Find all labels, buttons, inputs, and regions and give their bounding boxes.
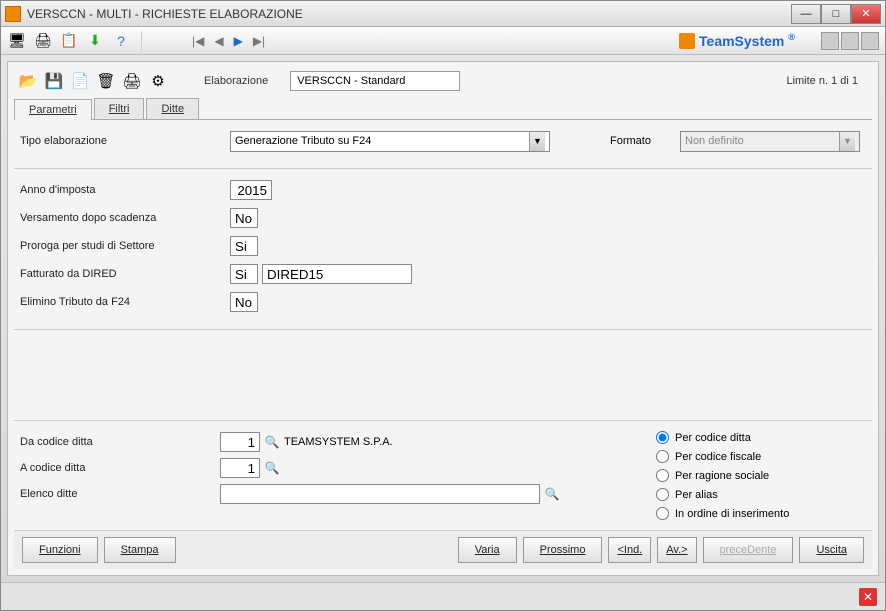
radio-alias[interactable]: Per alias [656,488,866,501]
elimino-label: Elimino Tributo da F24 [20,296,230,308]
folder-open-icon[interactable]: 📂 [18,71,38,91]
radio-ragione-sociale[interactable]: Per ragione sociale [656,469,866,482]
nav-first-icon[interactable]: |◀ [192,34,204,48]
toolbar-secondary: 📂 💾 📄 🗑 🖨 ⚙ Elaborazione VERSCCN - Stand… [14,68,872,94]
av-button[interactable]: Av.> [657,537,696,563]
radio-ordine-inserimento[interactable]: In ordine di inserimento [656,507,866,520]
tab-ditte[interactable]: Ditte [146,98,199,119]
gear-icon[interactable]: ⚙ [148,71,168,91]
nav-next-icon[interactable]: ▶ [234,34,243,48]
buttons-bar: Funzioni Stampa Varia Prossimo <Ind. Av.… [14,530,872,569]
funzioni-button[interactable]: Funzioni [22,537,98,563]
window-buttons: — □ ✕ [791,4,881,24]
fatturato-label: Fatturato da DIRED [20,268,230,280]
separator [141,31,142,51]
fatturato-text-input[interactable] [262,264,412,284]
monitor-icon[interactable]: 🖥 [7,31,27,51]
tipo-elab-label: Tipo elaborazione [20,135,230,147]
radio-codice-ditta[interactable]: Per codice ditta [656,431,866,444]
da-codice-label: Da codice ditta [20,436,220,448]
fatturato-input[interactable] [230,264,258,284]
ind-button[interactable]: <Ind. [608,537,651,563]
elaborazione-label: Elaborazione [204,75,268,87]
export-icon[interactable]: ⬇ [85,31,105,51]
panel-lower: Da codice ditta 🔍 TEAMSYSTEM S.P.A. A co… [14,420,872,530]
radio-codice-fiscale[interactable]: Per codice fiscale [656,450,866,463]
chevron-down-icon: ▼ [529,132,545,151]
nav-prev-icon[interactable]: ◀ [214,34,223,48]
delete-icon[interactable]: 🗑 [96,71,116,91]
limite-label: Limite n. 1 di 1 [786,75,858,87]
tipo-elab-value: Generazione Tributo su F24 [235,135,529,147]
lower-left: Da codice ditta 🔍 TEAMSYSTEM S.P.A. A co… [20,431,636,520]
maximize-button[interactable]: □ [821,4,851,24]
panel-icon-3[interactable] [861,32,879,50]
search-icon[interactable]: 🔍 [264,434,280,450]
da-codice-name: TEAMSYSTEM S.P.A. [284,436,393,448]
titlebar: VERSCCN - MULTI - RICHIESTE ELABORAZIONE… [1,1,885,27]
status-close-icon[interactable]: ✕ [859,588,877,606]
precedente-button: preceDente [703,537,794,563]
radio-group: Per codice ditta Per codice fiscale Per … [636,431,866,520]
panel-top: Tipo elaborazione Generazione Tributo su… [14,120,872,169]
chevron-down-icon: ▼ [839,132,855,151]
a-codice-label: A codice ditta [20,462,220,474]
document-icon[interactable]: 📄 [70,71,90,91]
elaborazione-field[interactable]: VERSCCN - Standard [290,71,460,91]
app-icon [5,6,21,22]
panel-icon-2[interactable] [841,32,859,50]
help-icon[interactable]: ? [111,31,131,51]
formato-dropdown: Non definito ▼ [680,131,860,152]
clipboard-icon[interactable]: 📋 [59,31,79,51]
tab-parametri[interactable]: Parametri [14,99,92,120]
close-button[interactable]: ✕ [851,4,881,24]
varia-button[interactable]: Varia [458,537,517,563]
a-codice-input[interactable] [220,458,260,478]
statusbar: ✕ [1,582,885,610]
content-area: 📂 💾 📄 🗑 🖨 ⚙ Elaborazione VERSCCN - Stand… [7,61,879,576]
da-codice-input[interactable] [220,432,260,452]
proroga-label: Proroga per studi di Settore [20,240,230,252]
versamento-input[interactable] [230,208,258,228]
proroga-input[interactable] [230,236,258,256]
brand-reg: ® [788,32,795,42]
minimize-button[interactable]: — [791,4,821,24]
search-icon[interactable]: 🔍 [544,486,560,502]
anno-input[interactable] [230,180,272,200]
print2-icon[interactable]: 🖨 [122,71,142,91]
versamento-label: Versamento dopo scadenza [20,212,230,224]
toolbar-main: 🖥 🖨 📋 ⬇ ? |◀ ◀ ▶ ▶| TeamSystem ® [1,27,885,55]
brand-logo: TeamSystem ® [679,33,795,49]
nav-last-icon[interactable]: ▶| [253,34,265,48]
brand-text: TeamSystem [699,33,784,49]
elenco-input[interactable] [220,484,540,504]
tab-filtri[interactable]: Filtri [94,98,145,119]
panel-fields: Anno d'imposta Versamento dopo scadenza … [14,169,872,330]
nav-group: |◀ ◀ ▶ ▶| [192,34,265,48]
tipo-elab-dropdown[interactable]: Generazione Tributo su F24 ▼ [230,131,550,152]
search-icon[interactable]: 🔍 [264,460,280,476]
prossimo-button[interactable]: Prossimo [523,537,603,563]
elenco-label: Elenco ditte [20,488,220,500]
tabs: Parametri Filtri Ditte [14,98,872,120]
app-window: VERSCCN - MULTI - RICHIESTE ELABORAZIONE… [0,0,886,611]
panel-icon-1[interactable] [821,32,839,50]
anno-label: Anno d'imposta [20,184,230,196]
spacer [14,330,872,420]
formato-value: Non definito [685,135,839,147]
stampa-button[interactable]: Stampa [104,537,176,563]
uscita-button[interactable]: Uscita [799,537,864,563]
brand-icon [679,33,695,49]
window-title: VERSCCN - MULTI - RICHIESTE ELABORAZIONE [27,7,791,21]
panel-icons [821,32,879,50]
save-icon[interactable]: 💾 [44,71,64,91]
formato-label: Formato [610,135,680,147]
elimino-input[interactable] [230,292,258,312]
print-icon[interactable]: 🖨 [33,31,53,51]
